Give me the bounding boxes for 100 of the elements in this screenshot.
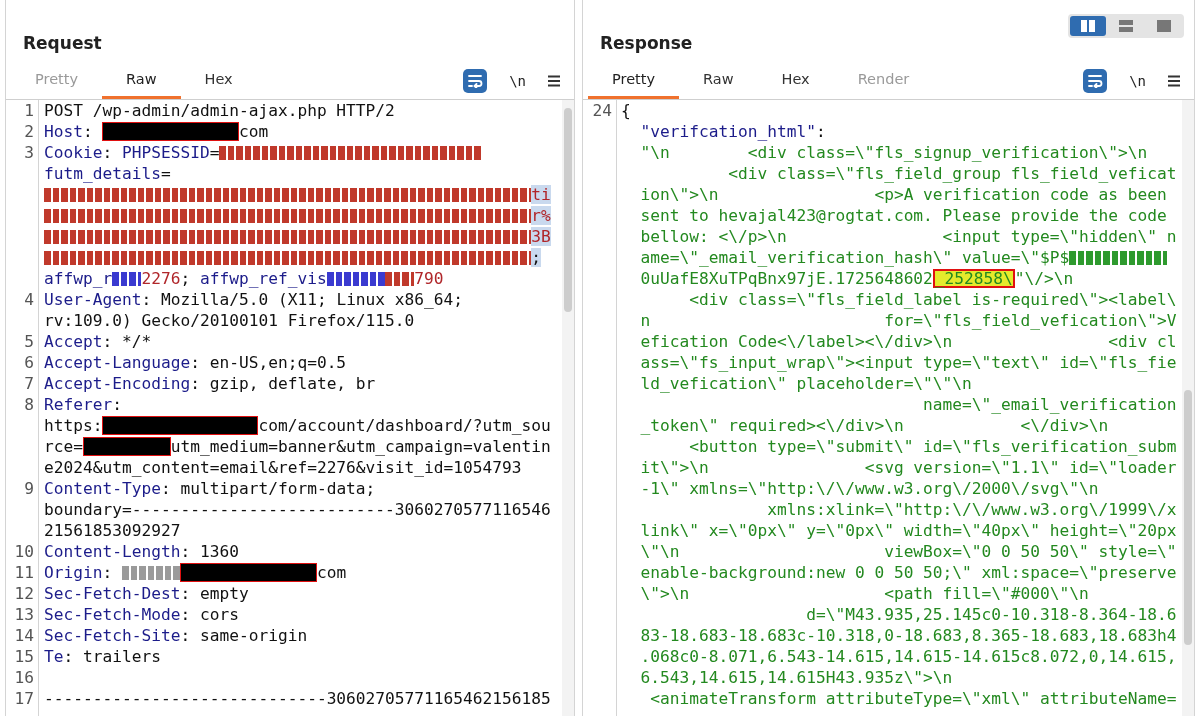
code-text: Sec-Fetch-Dest: empty bbox=[44, 584, 249, 603]
code-text: Accept: */* bbox=[44, 332, 152, 351]
code-text: "\/>\n bbox=[1014, 269, 1074, 288]
line-number: 16 bbox=[14, 668, 34, 687]
code-text: utm_medium=banner&utm_campaign=valentin bbox=[170, 437, 551, 456]
code-text: 21561853092927 bbox=[44, 521, 181, 540]
code-text: \"\n viewBox=\"0 0 50 50\" style=\" bbox=[639, 542, 1177, 561]
view-tab[interactable]: Hex bbox=[180, 62, 257, 99]
code-text: 790 bbox=[414, 269, 444, 288]
highlighted-text: _252858\ bbox=[932, 269, 1015, 288]
code-text: e2024&utm_content=email&ref=2276&visit_id=1054793 bbox=[44, 458, 522, 477]
code-text: Host: bbox=[44, 122, 94, 141]
code-text: rce= bbox=[44, 437, 83, 456]
scrollbar-thumb[interactable] bbox=[1184, 390, 1192, 645]
code-text: affwp_r bbox=[44, 269, 113, 288]
code-text: "\n <div class=\"fls_signup_verification\">\n bbox=[639, 143, 1148, 162]
newline-toggle[interactable]: \n bbox=[1125, 72, 1150, 89]
layout-button[interactable] bbox=[1070, 16, 1106, 36]
view-tab[interactable]: Raw bbox=[102, 62, 181, 99]
rows-icon bbox=[1119, 20, 1133, 32]
line-number: 11 bbox=[14, 563, 34, 582]
code-text: ame=\"_email_verification_hash\" value=\"$P$ bbox=[639, 248, 1070, 267]
code-text: "verifcation_html": bbox=[639, 122, 826, 141]
code-text: Te: trailers bbox=[44, 647, 161, 666]
menu-icon[interactable] bbox=[1168, 74, 1180, 87]
code-text: name=\"_email_verification bbox=[922, 395, 1177, 414]
code-text: ; bbox=[531, 248, 542, 267]
code-text: Accept-Encoding: gzip, deflate, br bbox=[44, 374, 376, 393]
code-text: Sec-Fetch-Site: same-origin bbox=[44, 626, 308, 645]
code-text: <button type=\"submit\" id=\"fls_verification_subm bbox=[688, 437, 1177, 456]
code-text: com bbox=[238, 122, 269, 141]
line-number: 14 bbox=[14, 626, 34, 645]
code-text: ld_vefication\" placeholder=\"\"\n bbox=[639, 374, 972, 393]
line-number: 1 bbox=[24, 101, 34, 120]
code-text: 6.543,14.615,14.615H43.935z\">\n bbox=[639, 668, 953, 687]
line-number: 2 bbox=[24, 122, 34, 141]
line-number: 5 bbox=[24, 332, 34, 351]
code-text: Content-Type: multipart/form-data; bbox=[44, 479, 376, 498]
panel-title: Request bbox=[23, 33, 102, 53]
code-text: <animateTransform attributeType=\"xml\" attributeName= bbox=[649, 689, 1177, 708]
line-number: 4 bbox=[24, 290, 34, 309]
code-text: \">\n <path fill=\"#000\"\n bbox=[639, 584, 1089, 603]
code-text: https: bbox=[44, 416, 103, 435]
code-text: sent to hevajal423@rogtat.com. Please provide the code bbox=[639, 206, 1167, 225]
code-text: -1\" xmlns=\"http:\/\/www.w3.org\/2000\/svg\"\n bbox=[639, 479, 1099, 498]
wrap-lines-button[interactable] bbox=[1083, 68, 1108, 93]
columns-icon bbox=[1081, 20, 1095, 32]
code-text: 2276; affwp_ref_vis bbox=[141, 269, 327, 288]
code-text: Content-Length: 1360 bbox=[44, 542, 239, 561]
code-text: link\" x=\"0px\" y=\"0px\" width=\"40px\" height=\"20px bbox=[639, 521, 1177, 540]
code-text: ion\">\n <p>A verification code as been bbox=[639, 185, 1167, 204]
code-text: ass=\"fs_input_wrap\"><input type=\"text\" id=\"fls_fie bbox=[639, 353, 1177, 372]
code-text: 0uUafE8XuTPqBnx97jE.1725648602 bbox=[639, 269, 933, 288]
line-number: 9 bbox=[24, 479, 34, 498]
single-pane-icon bbox=[1157, 20, 1171, 32]
code-text: Sec-Fetch-Mode: cors bbox=[44, 605, 239, 624]
code-text: Accept-Language: en-US,en;q=0.5 bbox=[44, 353, 347, 372]
code-text: <div class=\"fls_field_label is-required\"><label\ bbox=[688, 290, 1177, 309]
line-number: 3 bbox=[24, 143, 34, 162]
line-number: 24 bbox=[592, 101, 612, 120]
menu-icon[interactable] bbox=[548, 74, 560, 87]
code-text: { bbox=[621, 101, 631, 120]
code-text: bellow: <\/p>\n <input type=\"hidden\" n bbox=[639, 227, 1177, 246]
code-text: com bbox=[316, 563, 347, 582]
code-text: .068c0-8.071,6.543-14.615,14.615-14.615c8.072,0,14.615, bbox=[639, 647, 1177, 666]
code-text: n for=\"fls_field_vefication\">V bbox=[639, 311, 1177, 330]
code-text: Referer: bbox=[44, 395, 122, 414]
wrap-icon bbox=[467, 73, 484, 88]
panel-title: Response bbox=[600, 33, 693, 53]
code-text: 3B bbox=[531, 227, 551, 246]
code-text: <div class=\"fls_field_group fls_field_veficat bbox=[727, 164, 1177, 183]
code-text: -----------------------------30602705771165462156185 bbox=[44, 689, 551, 708]
wrap-lines-button[interactable] bbox=[463, 68, 488, 93]
code-text: d=\"M43.935,25.145c0-10.318-8.364-18.6 bbox=[805, 605, 1177, 624]
code-text: com/account/dashboard/?utm_sou bbox=[258, 416, 551, 435]
line-number: 15 bbox=[14, 647, 34, 666]
code-text: r% bbox=[531, 206, 551, 225]
line-number: 10 bbox=[14, 542, 34, 561]
scrollbar-thumb[interactable] bbox=[564, 108, 572, 312]
code-text: it\">\n <svg version=\"1.1\" id=\"loader bbox=[639, 458, 1177, 477]
code-text: enable-background:new 0 0 50 50;\" xml:space=\"preserve bbox=[639, 563, 1177, 582]
wrap-icon bbox=[1087, 73, 1104, 88]
line-number: 17 bbox=[14, 689, 34, 708]
code-text: 83-18.683-18.683c-10.318,0-18.683,8.365-18.683,18.683h4 bbox=[639, 626, 1177, 645]
code-text: xmlns:xlink=\"http:\/\/www.w3.org\/1999\/x bbox=[766, 500, 1177, 519]
code-text: Cookie: PHPSESSID= bbox=[44, 143, 220, 162]
view-tab[interactable]: Pretty bbox=[588, 62, 679, 99]
code-text: User-Agent: Mozilla/5.0 (X11; Linux x86_64; bbox=[44, 290, 464, 309]
code-text: efication Code<\/label><\/div>\n <div cl bbox=[639, 332, 1177, 351]
line-number: 8 bbox=[24, 395, 34, 414]
newline-toggle[interactable]: \n bbox=[505, 72, 530, 89]
code-text: rv:109.0) Gecko/20100101 Firefox/115.0 bbox=[44, 311, 415, 330]
line-number: 13 bbox=[14, 605, 34, 624]
line-number: 12 bbox=[14, 584, 34, 603]
code-text: POST /wp-admin/admin-ajax.php HTTP/2 bbox=[44, 101, 395, 120]
view-tab[interactable]: Hex bbox=[757, 62, 834, 99]
view-tab[interactable]: Raw bbox=[679, 62, 758, 99]
code-text: boundary=---------------------------3060270577116546 bbox=[44, 500, 551, 519]
line-number: 7 bbox=[24, 374, 34, 393]
code-text: _token\" required><\/div>\n <\/div>\n bbox=[639, 416, 1109, 435]
